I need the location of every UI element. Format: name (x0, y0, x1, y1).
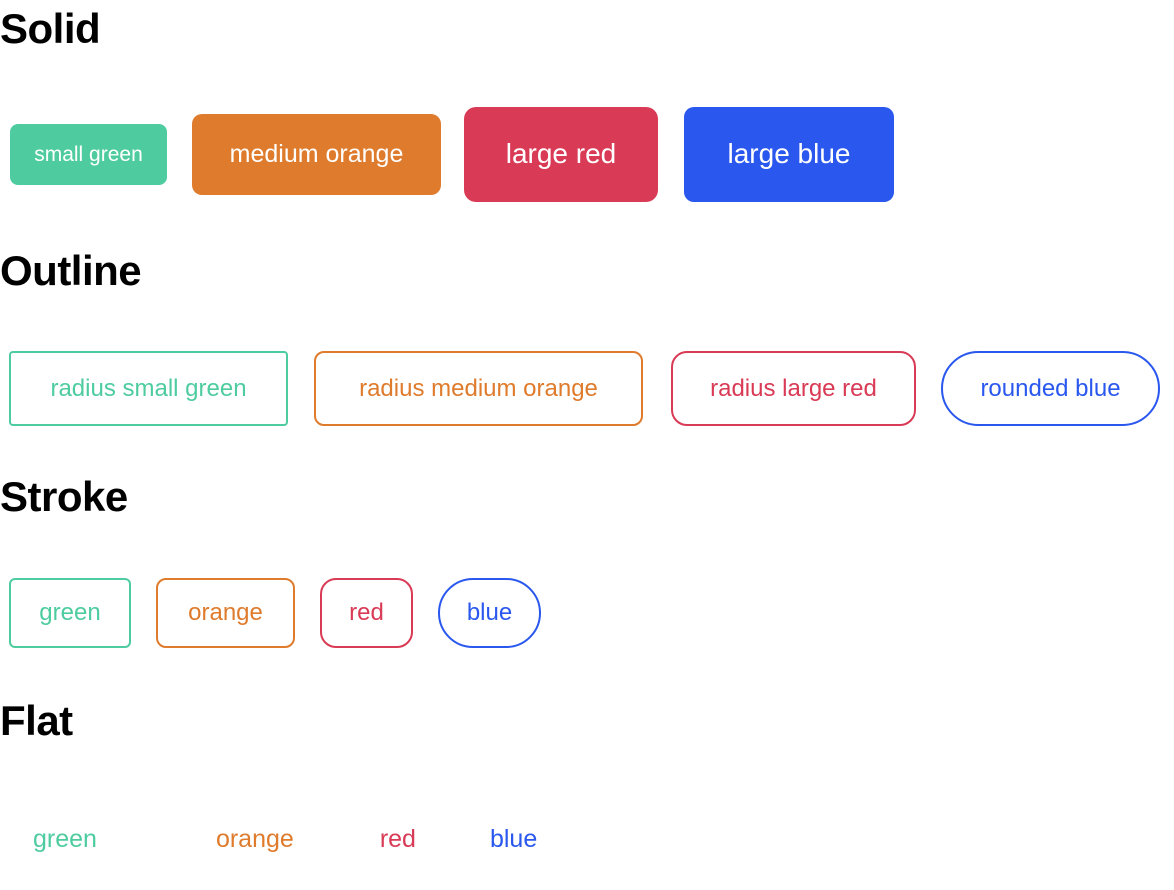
solid-chip-medium-orange[interactable]: medium orange (192, 113, 441, 195)
flat-chip-green[interactable]: green (33, 826, 97, 852)
solid-chip-large-blue[interactable]: large blue (684, 106, 894, 202)
solid-chip-row: small green medium orange large red larg… (0, 106, 894, 202)
solid-chip-small-green[interactable]: small green (10, 123, 167, 185)
stroke-chip-row: green orange red blue (0, 578, 541, 648)
stroke-chip-red[interactable]: red (320, 578, 413, 648)
stroke-chip-blue[interactable]: blue (438, 578, 541, 648)
stroke-chip-green[interactable]: green (9, 578, 131, 648)
section-heading-stroke: Stroke (0, 473, 128, 520)
outline-chip-rounded-blue[interactable]: rounded blue (941, 351, 1160, 426)
flat-chip-blue[interactable]: blue (490, 826, 537, 852)
section-heading-flat: Flat (0, 697, 73, 744)
outline-chip-radius-large-red[interactable]: radius large red (671, 351, 916, 426)
outline-chip-radius-small-green[interactable]: radius small green (9, 351, 288, 426)
solid-chip-large-red[interactable]: large red (464, 106, 658, 202)
flat-chip-red[interactable]: red (380, 826, 416, 852)
flat-chip-orange[interactable]: orange (216, 826, 294, 852)
stroke-chip-orange[interactable]: orange (156, 578, 295, 648)
flat-chip-row: green orange red blue (0, 822, 537, 856)
outline-chip-row: radius small green radius medium orange … (0, 351, 1160, 426)
section-heading-outline: Outline (0, 247, 142, 294)
section-heading-solid: Solid (0, 5, 101, 52)
outline-chip-radius-medium-orange[interactable]: radius medium orange (314, 351, 643, 426)
demo-page: Solid small green medium orange large re… (0, 0, 1174, 890)
